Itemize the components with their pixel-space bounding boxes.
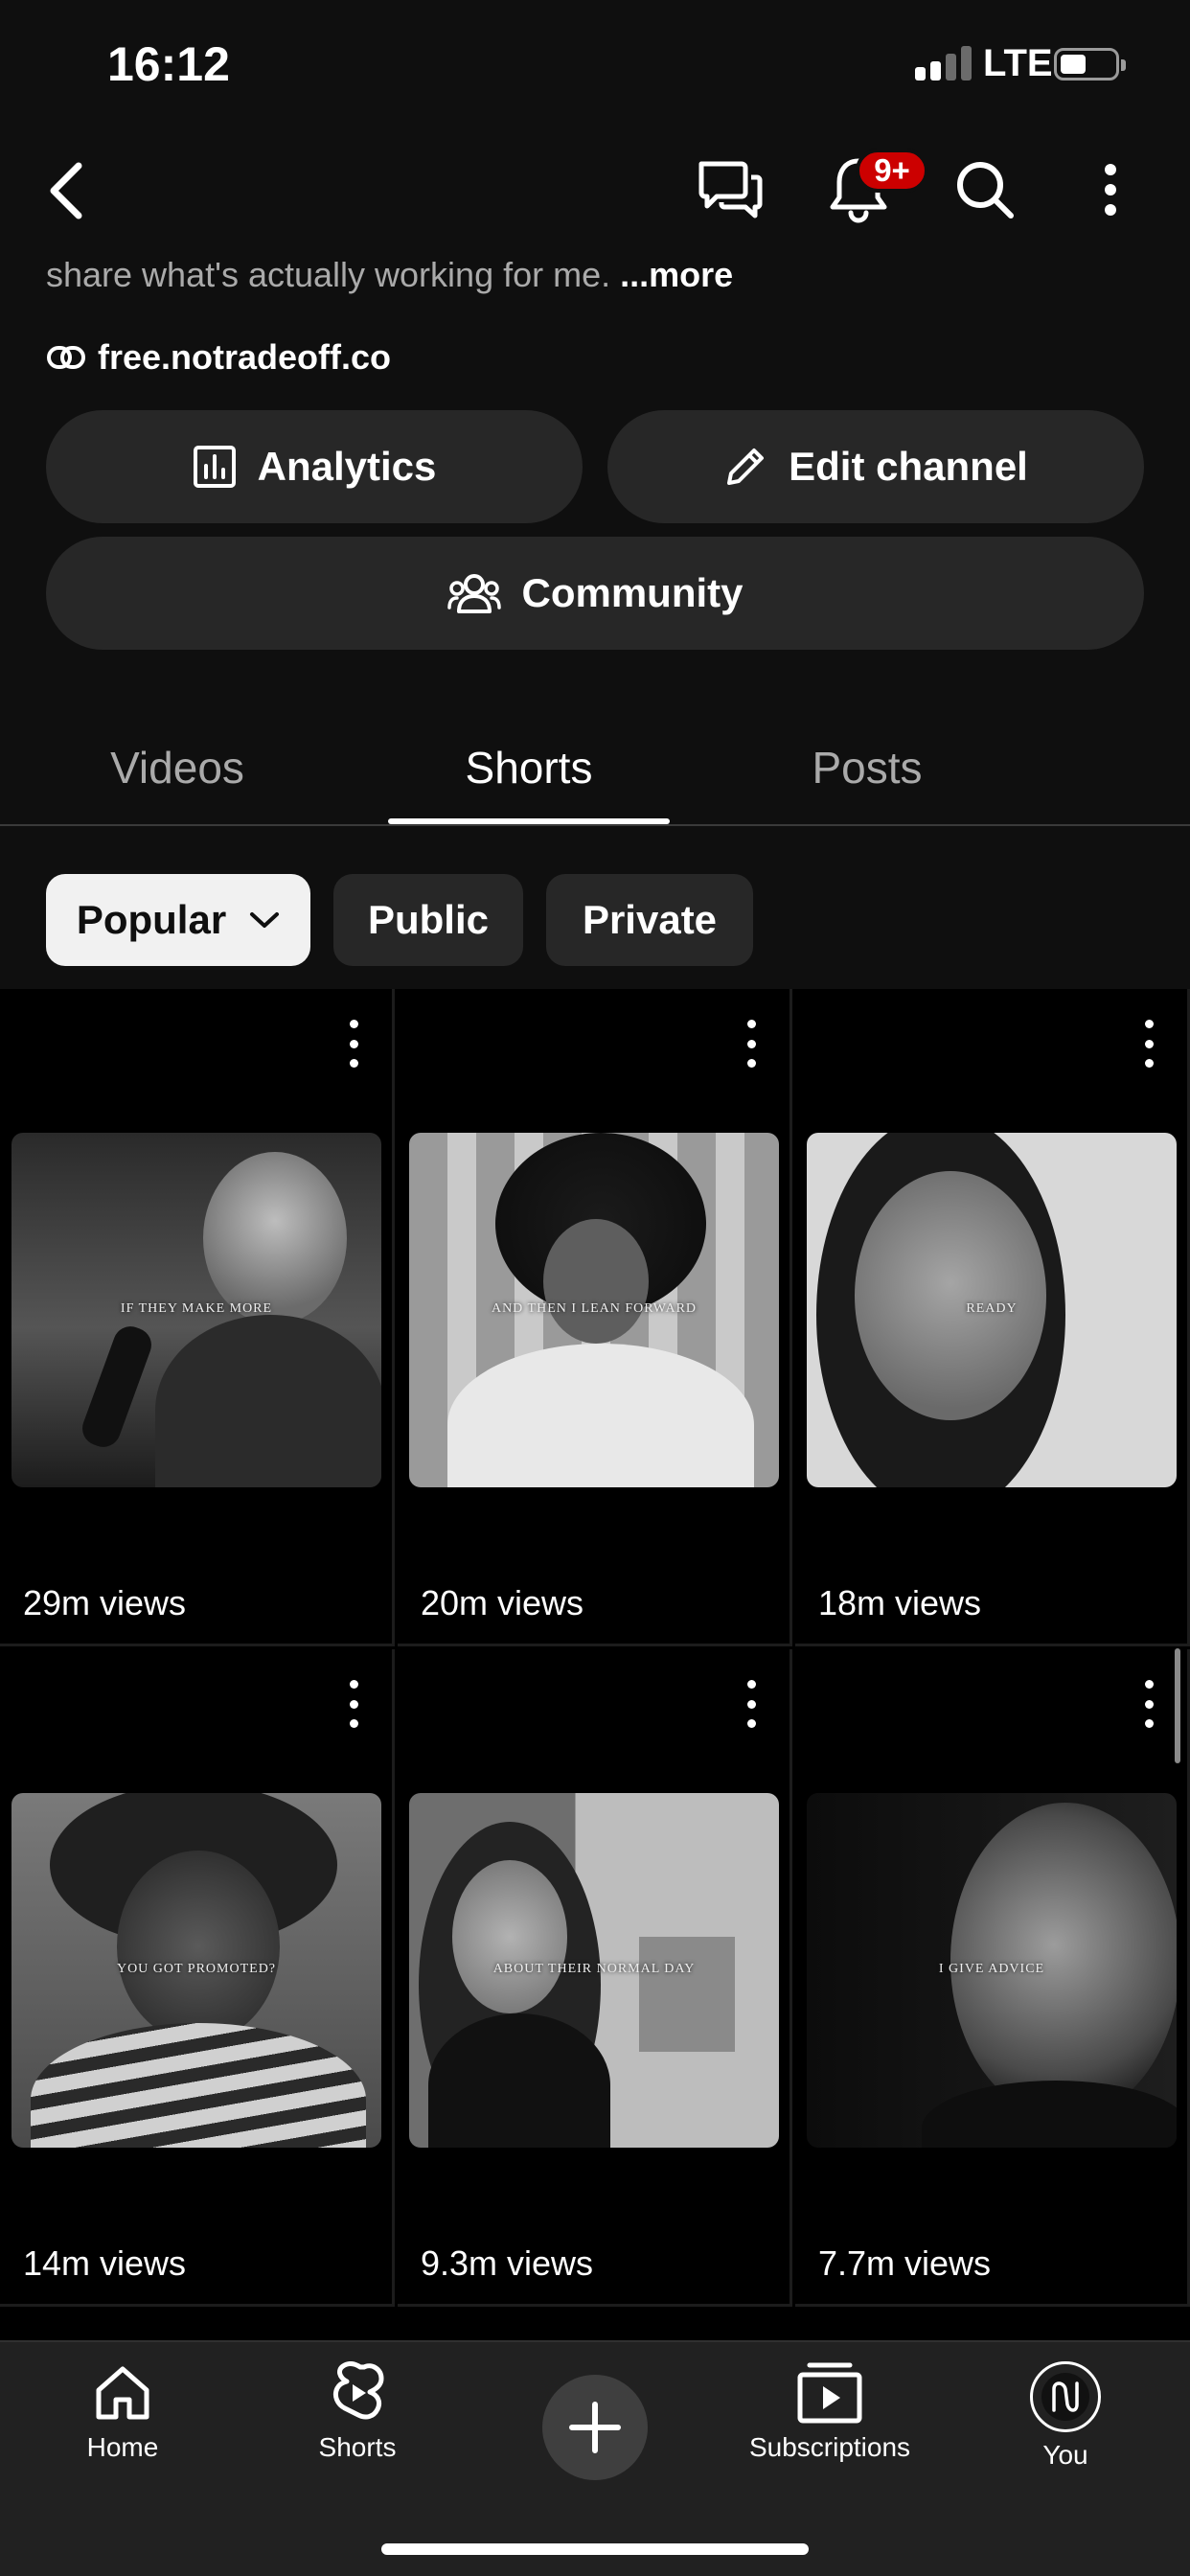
tab-videos[interactable]: Videos (57, 709, 297, 826)
chevron-down-icon (250, 912, 280, 928)
create-icon (569, 2402, 621, 2453)
bottom-navigation: Home Shorts Subscriptions You (0, 2340, 1190, 2576)
short-item[interactable]: ABOUT THEIR NORMAL DAY 9.3m views (398, 1649, 792, 2307)
short-item[interactable]: I GIVE ADVICE 7.7m views (795, 1649, 1190, 2307)
short-views: 7.7m views (818, 2243, 992, 2283)
back-arrow-icon (50, 162, 82, 219)
short-menu-icon[interactable] (344, 1680, 363, 1728)
short-thumbnail[interactable]: IF THEY MAKE MORE (11, 1133, 381, 1487)
chat-bubbles-icon (698, 161, 763, 218)
home-indicator (381, 2543, 809, 2555)
channel-description[interactable]: share what's actually working for me....… (46, 255, 733, 295)
community-icon (446, 574, 501, 613)
more-options-button[interactable] (1088, 159, 1133, 220)
short-views: 29m views (23, 1583, 187, 1622)
edit-channel-label: Edit channel (789, 444, 1028, 489)
nav-shorts[interactable]: Shorts (300, 2361, 415, 2463)
filter-private[interactable]: Private (546, 874, 753, 966)
edit-channel-button[interactable]: Edit channel (607, 410, 1144, 523)
short-caption: IF THEY MAKE MORE (120, 1301, 273, 1316)
short-views: 9.3m views (421, 2243, 594, 2283)
nav-subscriptions[interactable]: Subscriptions (734, 2361, 926, 2463)
shorts-grid: IF THEY MAKE MORE 29m views AND THEN I L… (0, 989, 1190, 2340)
signal-icon (915, 46, 972, 80)
short-caption: YOU GOT PROMOTED? (116, 1962, 277, 1976)
short-thumbnail[interactable]: READY (807, 1133, 1177, 1487)
short-views: 14m views (23, 2243, 187, 2283)
subscriptions-icon (797, 2362, 862, 2424)
short-caption: READY (966, 1301, 1018, 1316)
messages-button[interactable] (694, 153, 767, 224)
nav-shorts-label: Shorts (318, 2432, 397, 2462)
pencil-icon (727, 448, 765, 485)
nav-subscriptions-label: Subscriptions (748, 2432, 911, 2462)
shorts-icon (332, 2361, 384, 2420)
avatar-icon (1030, 2361, 1101, 2432)
filter-popular-label: Popular (76, 897, 227, 942)
short-menu-icon[interactable] (1139, 1020, 1158, 1068)
channel-link[interactable]: free.notradeoff.co (46, 337, 391, 378)
short-thumbnail[interactable]: I GIVE ADVICE (807, 1793, 1177, 2148)
more-link[interactable]: ...more (620, 255, 733, 294)
active-tab-indicator (388, 818, 670, 824)
nav-you-label: You (1042, 2440, 1088, 2470)
short-menu-icon[interactable] (742, 1680, 761, 1728)
analytics-button[interactable]: Analytics (46, 410, 583, 523)
short-views: 20m views (421, 1583, 584, 1622)
short-menu-icon[interactable] (344, 1020, 363, 1068)
short-views: 18m views (818, 1583, 982, 1622)
short-thumbnail[interactable]: ABOUT THEIR NORMAL DAY (409, 1793, 779, 2148)
short-item[interactable]: READY 18m views (795, 989, 1190, 1646)
more-vertical-icon (1105, 164, 1116, 216)
analytics-icon (193, 446, 236, 488)
filter-public[interactable]: Public (333, 874, 523, 966)
short-item[interactable]: IF THEY MAKE MORE 29m views (0, 989, 395, 1646)
status-bar: 16:12 LTE (0, 0, 1190, 134)
short-thumbnail[interactable]: AND THEN I LEAN FORWARD (409, 1133, 779, 1487)
battery-icon (1054, 48, 1126, 80)
scrollbar[interactable] (1175, 1648, 1180, 1763)
nav-home[interactable]: Home (65, 2361, 180, 2463)
create-button[interactable] (542, 2375, 648, 2480)
search-icon (957, 162, 1014, 218)
network-type: LTE (983, 42, 1053, 84)
search-button[interactable] (949, 153, 1021, 226)
tab-shorts[interactable]: Shorts (388, 709, 670, 826)
channel-link-text: free.notradeoff.co (98, 337, 392, 377)
short-caption: I GIVE ADVICE (938, 1962, 1045, 1976)
tab-posts[interactable]: Posts (747, 709, 987, 826)
short-item[interactable]: AND THEN I LEAN FORWARD 20m views (398, 989, 792, 1646)
short-thumbnail[interactable]: YOU GOT PROMOTED? (11, 1793, 381, 2148)
short-menu-icon[interactable] (1139, 1680, 1158, 1728)
description-text: share what's actually working for me. (46, 255, 611, 294)
short-caption: ABOUT THEIR NORMAL DAY (492, 1962, 696, 1976)
community-label: Community (521, 570, 744, 615)
home-icon (96, 2366, 149, 2420)
short-caption: AND THEN I LEAN FORWARD (491, 1301, 698, 1316)
analytics-label: Analytics (257, 444, 437, 489)
nav-home-label: Home (86, 2432, 159, 2462)
channel-tabs: Videos Shorts Posts (0, 709, 1190, 826)
nav-you[interactable]: You (1008, 2361, 1123, 2471)
filter-popular[interactable]: Popular (46, 874, 310, 966)
notification-badge: 9+ (856, 149, 928, 193)
short-menu-icon[interactable] (742, 1020, 761, 1068)
short-item[interactable]: YOU GOT PROMOTED? 14m views (0, 1649, 395, 2307)
community-button[interactable]: Community (46, 537, 1144, 650)
status-time: 16:12 (107, 37, 230, 91)
back-button[interactable] (38, 155, 96, 226)
link-icon (47, 346, 85, 369)
